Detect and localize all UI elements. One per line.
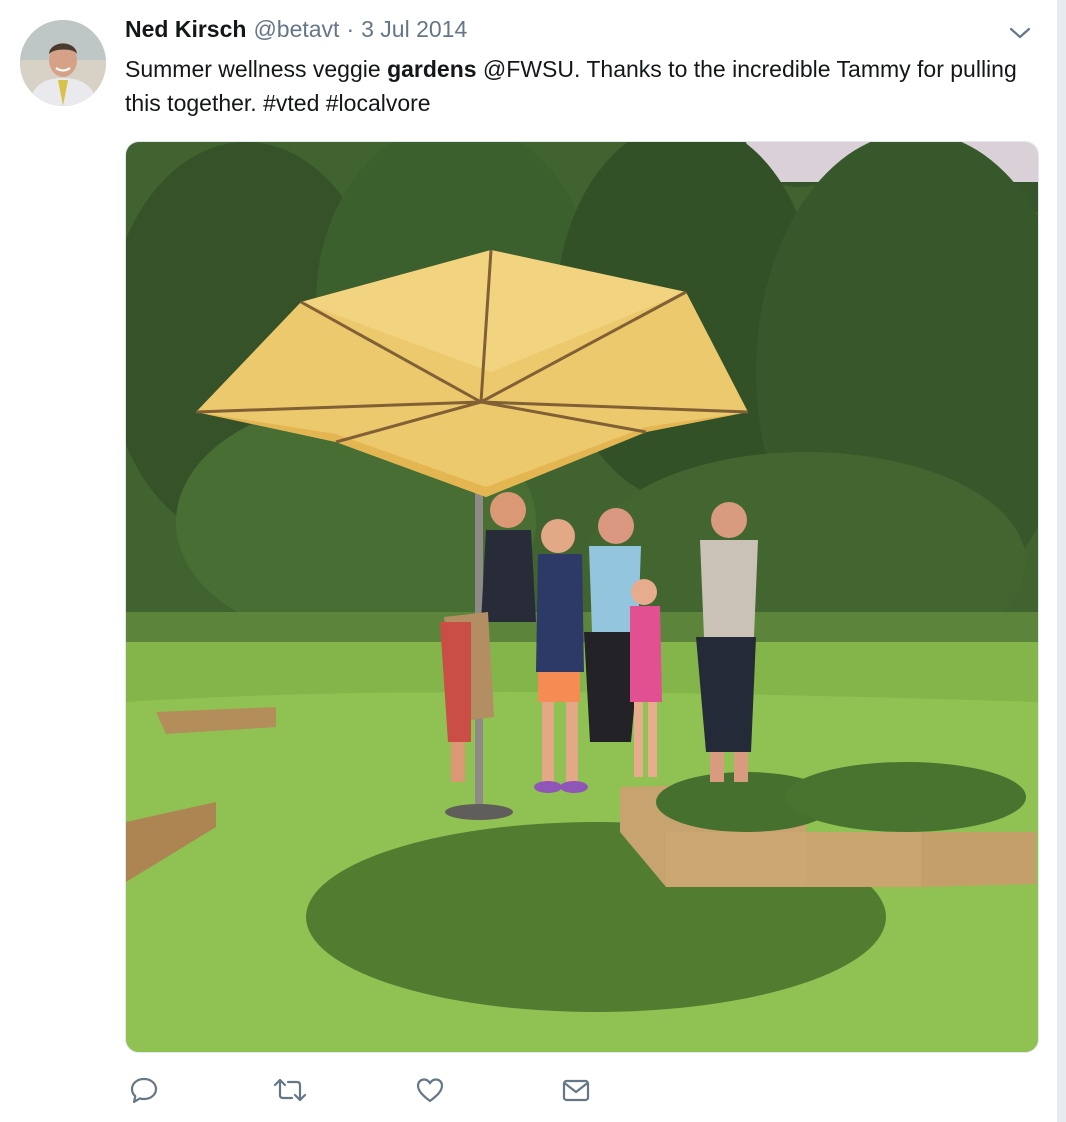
scrollbar-track[interactable]: [1057, 0, 1066, 1122]
avatar-image: [20, 20, 106, 106]
tweet-text-part: Summer wellness veggie: [125, 56, 388, 82]
tweet-text: Summer wellness veggie gardens @FWSU. Th…: [125, 52, 1040, 120]
tweet-header: Ned Kirsch @betavt · 3 Jul 2014: [125, 16, 467, 46]
tweet-text-bold: gardens: [387, 56, 477, 82]
envelope-icon[interactable]: [561, 1070, 605, 1110]
chevron-down-icon[interactable]: [1006, 22, 1034, 44]
retweet-icon[interactable]: [273, 1070, 317, 1110]
reply-icon[interactable]: [129, 1070, 173, 1110]
tweet: Ned Kirsch @betavt · 3 Jul 2014 Summer w…: [0, 0, 1056, 1122]
tweet-photo[interactable]: [125, 141, 1039, 1053]
separator: ·: [346, 16, 355, 42]
author-name[interactable]: Ned Kirsch: [125, 16, 246, 43]
author-handle[interactable]: @betavt: [253, 16, 339, 43]
heart-icon[interactable]: [415, 1070, 459, 1110]
garden-photo: [126, 142, 1038, 1052]
avatar[interactable]: [20, 20, 106, 106]
tweet-actions: [125, 1070, 625, 1110]
tweet-date[interactable]: 3 Jul 2014: [361, 16, 467, 43]
